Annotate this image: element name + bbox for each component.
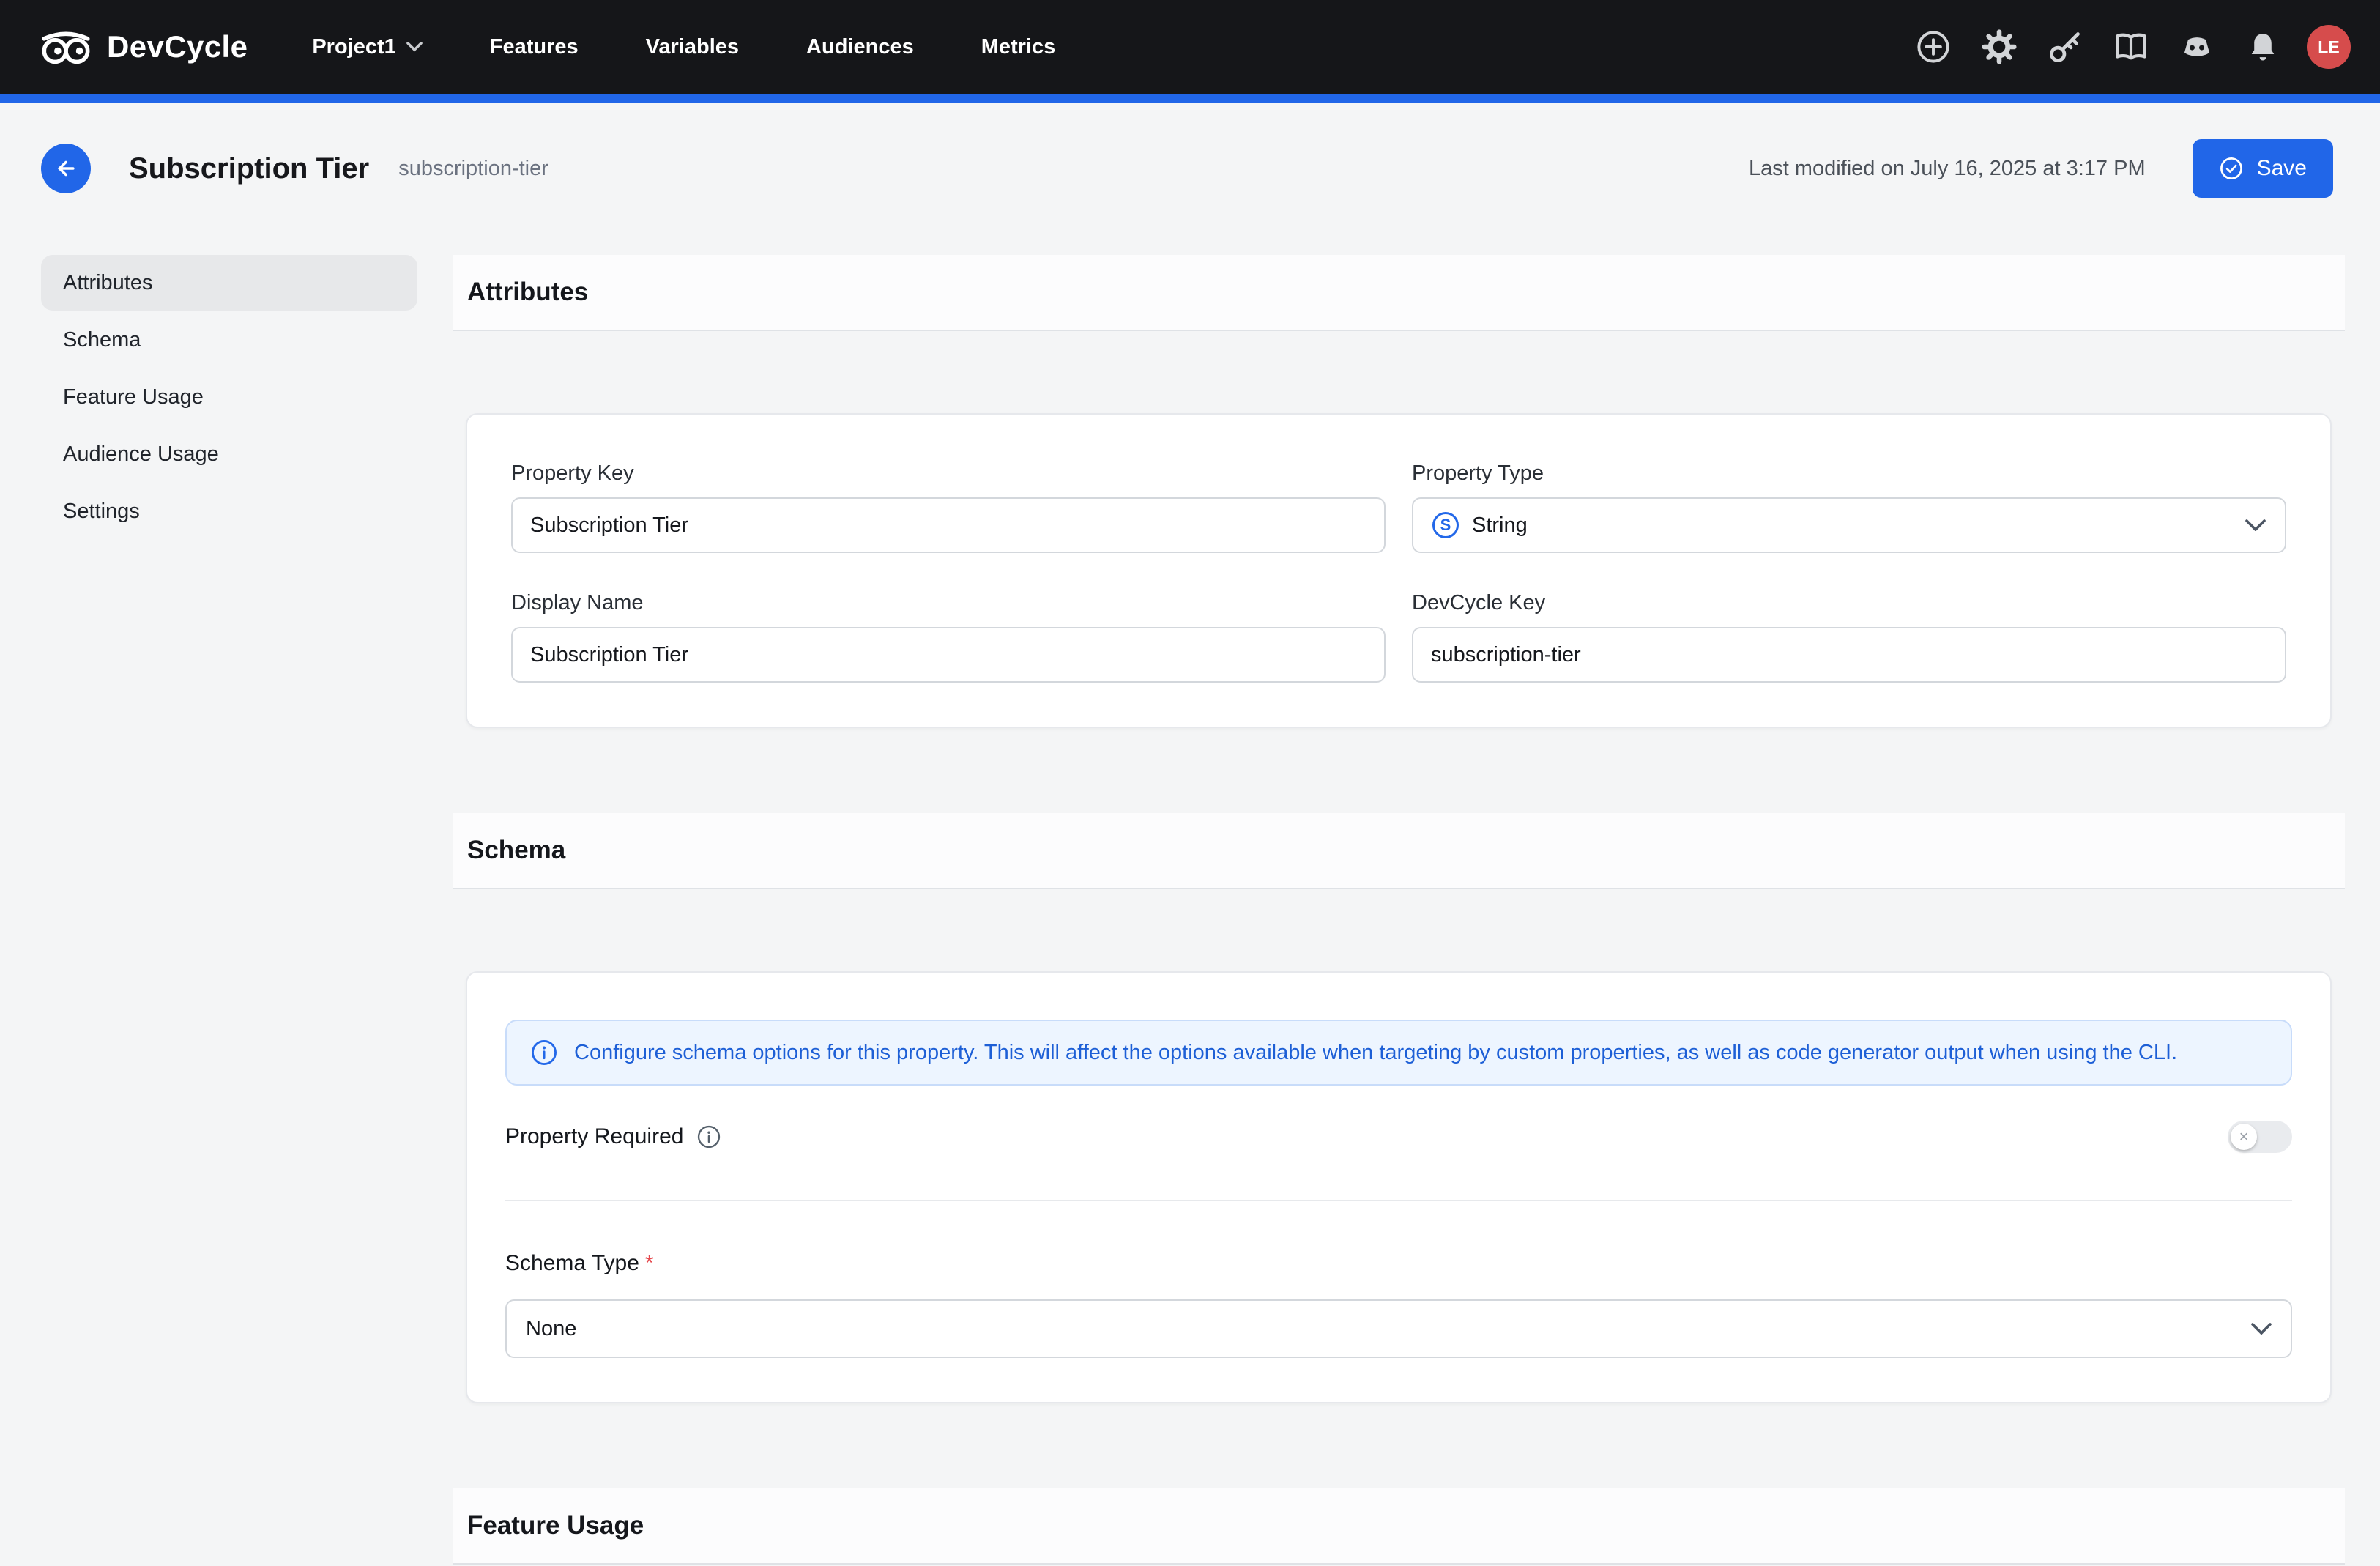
sidebar-item-settings[interactable]: Settings — [41, 483, 417, 539]
chevron-down-icon — [2251, 1323, 2272, 1335]
attributes-form: Property Key Property Type S String Disp… — [511, 461, 2286, 683]
nav-item-audiences[interactable]: Audiences — [806, 35, 914, 59]
property-type-label: Property Type — [1412, 461, 2286, 486]
schema-type-label: Schema Type* — [505, 1251, 2292, 1276]
property-required-row: Property Required × — [505, 1121, 2292, 1153]
nav-item-project-label: Project1 — [312, 35, 395, 59]
sidebar-item-attributes[interactable]: Attributes — [41, 255, 417, 311]
property-type-field-group: Property Type S String — [1412, 461, 2286, 553]
nav-item-project[interactable]: Project1 — [312, 35, 422, 59]
arrow-left-icon — [53, 155, 79, 182]
display-name-label: Display Name — [511, 591, 1386, 615]
sidebar-item-audience-usage[interactable]: Audience Usage — [41, 426, 417, 482]
save-button[interactable]: Save — [2193, 139, 2333, 198]
devcycle-key-field-group: DevCycle Key — [1412, 591, 2286, 683]
top-navbar: DevCycle Project1 Features Variables Aud… — [0, 0, 2380, 94]
save-button-label: Save — [2257, 156, 2307, 181]
property-type-select[interactable]: S String — [1412, 497, 2286, 553]
feature-usage-heading: Feature Usage — [467, 1511, 644, 1540]
accent-bar — [0, 94, 2380, 103]
schema-info-alert: Configure schema options for this proper… — [505, 1020, 2292, 1086]
attributes-heading: Attributes — [467, 278, 588, 307]
devcycle-logo-icon — [38, 28, 94, 66]
property-required-label: Property Required — [505, 1124, 721, 1149]
nav-item-features[interactable]: Features — [490, 35, 579, 59]
last-modified-text: Last modified on July 16, 2025 at 3:17 P… — [1749, 157, 2146, 181]
schema-section-header: Schema — [453, 813, 2345, 889]
user-avatar[interactable]: LE — [2307, 25, 2351, 69]
sidebar-item-schema[interactable]: Schema — [41, 312, 417, 368]
page-key: subscription-tier — [398, 157, 548, 181]
page-header: Subscription Tier subscription-tier Last… — [0, 103, 2380, 234]
property-required-text: Property Required — [505, 1124, 683, 1149]
chevron-down-icon — [406, 42, 423, 52]
back-button[interactable] — [41, 144, 91, 193]
navbar-actions: LE — [1911, 25, 2351, 69]
devcycle-key-input[interactable] — [1412, 627, 2286, 683]
property-type-value: String — [1472, 513, 1528, 538]
chevron-down-icon — [2245, 519, 2266, 531]
schema-heading: Schema — [467, 836, 565, 865]
required-asterisk: * — [645, 1251, 654, 1275]
brand-name: DevCycle — [107, 29, 248, 64]
info-icon — [696, 1124, 721, 1149]
property-key-label: Property Key — [511, 461, 1386, 486]
schema-card: Configure schema options for this proper… — [466, 971, 2332, 1403]
header-right: Last modified on July 16, 2025 at 3:17 P… — [1749, 139, 2333, 198]
check-circle-icon — [2219, 156, 2244, 181]
schema-info-text: Configure schema options for this proper… — [574, 1041, 2177, 1065]
schema-type-select[interactable]: None — [505, 1299, 2292, 1358]
attributes-card: Property Key Property Type S String Disp… — [466, 413, 2332, 728]
schema-type-text: Schema Type — [505, 1251, 639, 1275]
info-icon — [530, 1039, 558, 1066]
devcycle-key-label: DevCycle Key — [1412, 591, 2286, 615]
property-required-toggle[interactable]: × — [2228, 1121, 2292, 1153]
primary-nav: Project1 Features Variables Audiences Me… — [312, 35, 1055, 59]
plus-circle-icon[interactable] — [1911, 25, 1955, 69]
brand[interactable]: DevCycle — [38, 28, 248, 66]
attributes-section-header: Attributes — [453, 255, 2345, 331]
toggle-off-x: × — [2239, 1129, 2249, 1145]
display-name-input[interactable] — [511, 627, 1386, 683]
content: Attributes Schema Feature Usage Audience… — [0, 234, 2380, 1565]
nav-item-variables[interactable]: Variables — [646, 35, 739, 59]
main-column: Attributes Property Key Property Type S … — [453, 255, 2345, 1565]
gear-icon[interactable] — [1977, 25, 2021, 69]
key-icon[interactable] — [2043, 25, 2087, 69]
bell-icon[interactable] — [2241, 25, 2285, 69]
page-title: Subscription Tier — [129, 152, 369, 185]
sidebar: Attributes Schema Feature Usage Audience… — [41, 255, 417, 541]
schema-type-value: None — [526, 1317, 576, 1341]
book-icon[interactable] — [2109, 25, 2153, 69]
toggle-knob: × — [2231, 1124, 2257, 1150]
property-key-field-group: Property Key — [511, 461, 1386, 553]
discord-icon[interactable] — [2175, 25, 2219, 69]
sidebar-item-feature-usage[interactable]: Feature Usage — [41, 369, 417, 425]
string-type-icon: S — [1432, 512, 1459, 538]
display-name-field-group: Display Name — [511, 591, 1386, 683]
divider — [505, 1200, 2292, 1201]
feature-usage-section-header: Feature Usage — [453, 1488, 2345, 1565]
nav-item-metrics[interactable]: Metrics — [981, 35, 1056, 59]
property-key-input[interactable] — [511, 497, 1386, 553]
